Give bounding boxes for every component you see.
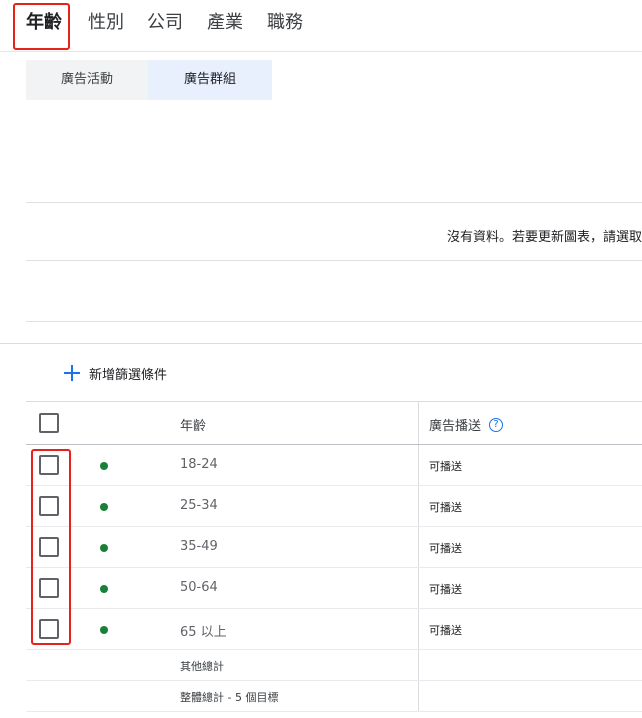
other-total-row: 其他總計 — [26, 650, 642, 681]
status-dot-icon — [100, 585, 108, 593]
age-cell: 50-64 — [180, 580, 218, 595]
age-cell: 65 以上 — [180, 625, 227, 640]
age-cell: 25-34 — [180, 498, 218, 513]
subtab-campaigns[interactable]: 廣告活動 — [26, 60, 148, 100]
plus-icon — [63, 364, 81, 382]
table-row: 65 以上 可播送 — [26, 609, 642, 650]
chart-gridline — [26, 202, 642, 203]
column-divider — [418, 402, 419, 444]
help-icon[interactable]: ? — [489, 417, 504, 432]
status-dot-icon — [100, 626, 108, 634]
other-total-label: 其他總計 — [180, 660, 224, 673]
table-row: 18-24 可播送 — [26, 445, 642, 486]
delivery-cell: 可播送 — [429, 624, 462, 637]
overall-total-label: 整體總計 - 5 個目標 — [180, 691, 279, 704]
tab-industry[interactable]: 產業 — [207, 10, 243, 36]
performance-chart: 沒有資料。若要更新圖表，請選取 — [0, 108, 642, 344]
column-divider — [418, 650, 419, 680]
delivery-column-header[interactable]: 廣告播送 ? — [429, 415, 504, 434]
tab-age[interactable]: 年齡 — [26, 10, 62, 36]
add-filter-label: 新增篩選條件 — [89, 367, 168, 383]
age-cell: 18-24 — [180, 457, 218, 472]
status-dot-icon — [100, 503, 108, 511]
age-column-header[interactable]: 年齡 — [180, 415, 206, 434]
no-data-message: 沒有資料。若要更新圖表，請選取 — [446, 230, 642, 245]
delivery-column-label: 廣告播送 — [429, 419, 482, 434]
status-dot-icon — [100, 462, 108, 470]
level-tab-bar: 廣告活動 廣告群組 — [0, 52, 642, 108]
row-checkbox[interactable] — [39, 455, 59, 475]
delivery-cell: 可播送 — [429, 542, 462, 555]
row-checkbox[interactable] — [39, 619, 59, 639]
subtab-ad-groups[interactable]: 廣告群組 — [148, 60, 272, 100]
age-cell: 35-49 — [180, 539, 218, 554]
tab-company[interactable]: 公司 — [147, 10, 183, 36]
table-row: 50-64 可播送 — [26, 568, 642, 609]
tab-gender[interactable]: 性別 — [88, 10, 124, 36]
table-row: 35-49 可播送 — [26, 527, 642, 568]
column-divider — [418, 527, 419, 567]
column-divider — [418, 609, 419, 649]
column-divider — [418, 486, 419, 526]
table-header-row: 年齡 廣告播送 ? — [26, 402, 642, 445]
chart-divider — [0, 343, 642, 344]
overall-total-row: 整體總計 - 5 個目標 — [26, 681, 642, 712]
dimension-tab-bar: 年齡 性別 公司 產業 職務 — [0, 0, 642, 52]
row-checkbox[interactable] — [39, 578, 59, 598]
row-checkbox[interactable] — [39, 537, 59, 557]
table-row: 25-34 可播送 — [26, 486, 642, 527]
status-dot-icon — [100, 544, 108, 552]
select-all-checkbox[interactable] — [39, 413, 59, 433]
row-checkbox[interactable] — [39, 496, 59, 516]
chart-gridline — [26, 321, 642, 322]
delivery-cell: 可播送 — [429, 583, 462, 596]
column-divider — [418, 681, 419, 711]
add-filter-button[interactable]: 新增篩選條件 — [63, 360, 167, 386]
column-divider — [418, 445, 419, 485]
age-table: 年齡 廣告播送 ? 18-24 可播送 25-34 可播送 35-49 可播送 … — [26, 401, 642, 712]
tab-job-function[interactable]: 職務 — [267, 10, 303, 36]
delivery-cell: 可播送 — [429, 460, 462, 473]
chart-gridline — [26, 260, 642, 261]
column-divider — [418, 568, 419, 608]
delivery-cell: 可播送 — [429, 501, 462, 514]
